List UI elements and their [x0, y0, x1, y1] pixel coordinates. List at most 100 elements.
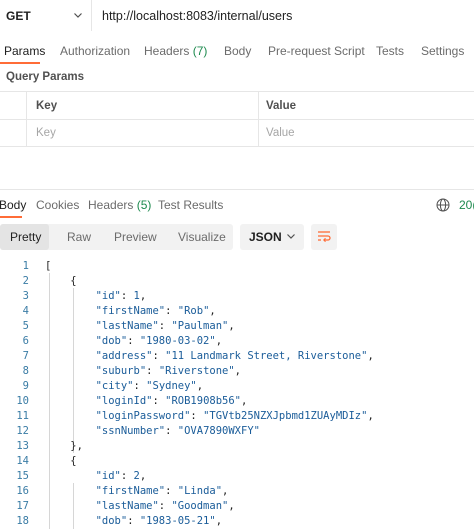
wrap-lines-icon — [317, 230, 331, 245]
code-text: "firstName": "Rob", — [95, 305, 216, 317]
method-select[interactable]: GET — [0, 0, 92, 31]
params-empty-row: Key Value — [0, 119, 474, 147]
code-text: "lastName": "Paulman", — [95, 320, 235, 332]
tab-headers-count: (7) — [192, 44, 208, 58]
params-key-header-cell: Key — [27, 92, 259, 119]
code-text: "dob": "1980-03-02", — [95, 335, 223, 347]
code-line: 8 "suburb": "Riverstone", — [0, 364, 474, 379]
code-line: 5 "lastName": "Paulman", — [0, 319, 474, 334]
tab-response-headers-count: (5) — [136, 198, 152, 212]
code-text: "loginId": "ROB1908b56", — [95, 395, 248, 407]
code-line: 18 "dob": "1983-05-21", — [0, 514, 474, 529]
param-key-input[interactable]: Key — [27, 120, 259, 146]
line-number: 16 — [16, 485, 29, 497]
tab-tests[interactable]: Tests — [376, 44, 404, 58]
code-line: 6 "dob": "1980-03-02", — [0, 334, 474, 349]
chevron-down-icon — [73, 9, 83, 23]
tab-response-body[interactable]: Body — [0, 198, 26, 212]
tab-cookies[interactable]: Cookies — [36, 198, 79, 212]
line-number: 6 — [22, 335, 29, 347]
code-line: 1[ — [0, 259, 474, 274]
code-text: [ — [45, 260, 52, 272]
line-number: 15 — [16, 470, 29, 482]
code-line: 16 "firstName": "Linda", — [0, 484, 474, 499]
code-line: 2 { — [0, 274, 474, 289]
key-header: Key — [36, 99, 58, 112]
globe-icon[interactable] — [436, 198, 450, 212]
pane-divider[interactable] — [0, 189, 474, 190]
code-text: "suburb": "Riverstone", — [95, 365, 241, 377]
url-input[interactable]: http://localhost:8083/internal/users — [92, 0, 474, 31]
code-text: "lastName": "Goodman", — [95, 500, 235, 512]
code-text: "address": "11 Landmark Street, Riversto… — [95, 350, 374, 362]
code-text: "id": 2, — [95, 470, 147, 482]
pretty-button[interactable]: Pretty — [0, 224, 49, 250]
code-text: "ssnNumber": "OVA7890WXFY" — [95, 425, 260, 437]
tab-headers-label: Headers — [144, 44, 190, 58]
chevron-down-icon — [286, 230, 296, 244]
raw-button[interactable]: Raw — [57, 224, 101, 250]
request-tabs: Params Authorization Headers (7) Body Pr… — [0, 42, 474, 64]
code-line: 11 "loginPassword": "TGVtb25NZXJpbmd1ZUA… — [0, 409, 474, 424]
query-params-title: Query Params — [6, 71, 84, 83]
params-value-header-cell: Value — [259, 92, 474, 119]
line-number: 4 — [22, 305, 29, 317]
format-select-label: JSON — [249, 230, 282, 244]
params-header-row: Key Value — [0, 91, 474, 119]
tab-authorization[interactable]: Authorization — [60, 44, 130, 58]
code-text: "loginPassword": "TGVtb25NZXJpbmd1ZUAyMD… — [95, 410, 374, 422]
tab-params[interactable]: Params — [4, 44, 45, 58]
tab-body[interactable]: Body — [224, 44, 251, 58]
line-number: 2 — [22, 275, 29, 287]
param-value-input[interactable]: Value — [259, 120, 474, 146]
line-number: 14 — [16, 455, 29, 467]
tab-response-headers[interactable]: Headers (5) — [88, 198, 151, 212]
response-format-select[interactable]: JSON — [240, 224, 304, 250]
code-line: 12 "ssnNumber": "OVA7890WXFY" — [0, 424, 474, 439]
param-key-placeholder: Key — [36, 127, 56, 139]
tab-test-results[interactable]: Test Results — [158, 198, 223, 212]
code-text: "city": "Sydney", — [95, 380, 204, 392]
code-line: 4 "firstName": "Rob", — [0, 304, 474, 319]
tab-response-headers-label: Headers — [88, 198, 134, 212]
line-number: 9 — [22, 380, 29, 392]
params-row-check-cell — [0, 120, 27, 146]
method-label: GET — [6, 8, 31, 23]
line-number: 7 — [22, 350, 29, 362]
visualize-button[interactable]: Visualize — [168, 224, 236, 250]
code-text: { — [45, 455, 77, 467]
line-number: 1 — [22, 260, 29, 272]
line-number: 11 — [16, 410, 29, 422]
code-text: "dob": "1983-05-21", — [95, 515, 223, 527]
preview-button[interactable]: Preview — [104, 224, 167, 250]
code-line: 10 "loginId": "ROB1908b56", — [0, 394, 474, 409]
line-number: 13 — [16, 440, 29, 452]
wrap-lines-button[interactable] — [311, 224, 337, 250]
request-url-bar: GET http://localhost:8083/internal/users — [0, 0, 474, 31]
line-number: 18 — [16, 515, 29, 527]
tab-settings[interactable]: Settings — [421, 44, 464, 58]
code-text: }, — [45, 440, 83, 452]
value-header: Value — [266, 99, 297, 112]
code-line: 9 "city": "Sydney", — [0, 379, 474, 394]
response-tabs: Body Cookies Headers (5) Test Results — [0, 196, 474, 218]
line-number: 5 — [22, 320, 29, 332]
response-status: 20( — [459, 198, 474, 212]
tab-headers[interactable]: Headers (7) — [144, 44, 207, 58]
code-text: "firstName": "Linda", — [95, 485, 229, 497]
response-body-viewer[interactable]: 1[2 {3 "id": 1, 4 "firstName": "Rob", 5 "l… — [0, 259, 474, 529]
active-tab-indicator — [0, 62, 40, 64]
code-line: 15 "id": 2, — [0, 469, 474, 484]
code-text: { — [45, 275, 77, 287]
query-params-table: Key Value Key Value — [0, 91, 474, 147]
param-value-placeholder: Value — [266, 127, 295, 139]
code-line: 14 { — [0, 454, 474, 469]
format-toggle-group: Pretty Raw Preview Visualize — [0, 224, 233, 250]
params-check-cell — [0, 92, 27, 119]
line-number: 3 — [22, 290, 29, 302]
line-number: 8 — [22, 365, 29, 377]
active-response-tab-indicator — [0, 216, 22, 218]
code-line: 13 }, — [0, 439, 474, 454]
tab-pre-request-script[interactable]: Pre-request Script — [268, 44, 365, 58]
line-number: 17 — [16, 500, 29, 512]
